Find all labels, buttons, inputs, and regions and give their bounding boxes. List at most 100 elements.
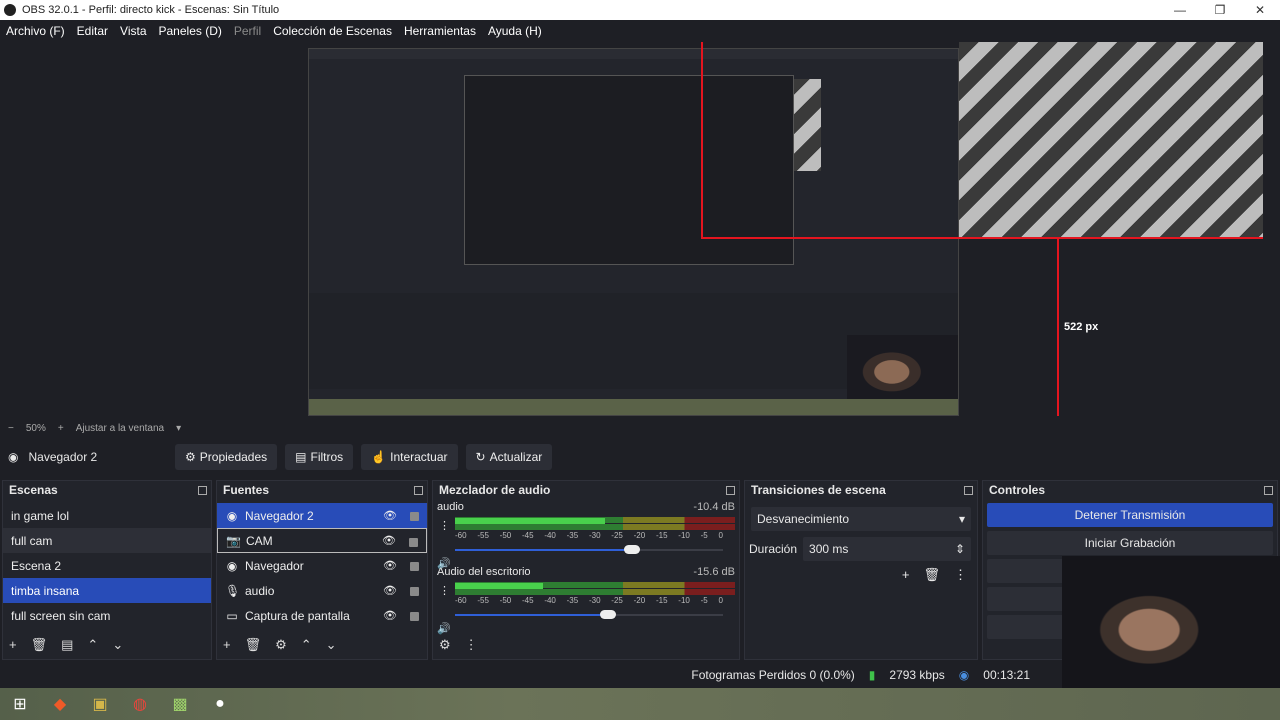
eye-icon[interactable]: 👁 xyxy=(382,534,396,547)
move-up-icon[interactable]: ⌃ xyxy=(301,637,312,653)
source-item[interactable]: 📷 CAM 👁 xyxy=(217,528,427,553)
nested-taskbar xyxy=(309,399,958,415)
menu-perfil[interactable]: Perfil xyxy=(234,24,261,38)
source-item[interactable]: ▭ Captura de pantalla 👁 xyxy=(217,603,427,628)
transition-select[interactable]: Desvanecimiento ▾ xyxy=(751,507,971,531)
float-icon[interactable] xyxy=(198,485,207,495)
filter-icon[interactable]: ▤ xyxy=(61,637,73,653)
menu-paneles[interactable]: Paneles (D) xyxy=(159,24,222,38)
obs-logo-icon xyxy=(4,4,16,16)
channel-name: audio xyxy=(437,501,464,513)
refresh-icon: ↻ xyxy=(475,450,486,464)
move-up-icon[interactable]: ⌃ xyxy=(87,637,98,653)
speaker-icon[interactable]: 🔊 xyxy=(437,622,451,635)
maximize-button[interactable]: ❐ xyxy=(1200,0,1240,20)
float-icon[interactable] xyxy=(726,485,735,495)
lock-icon[interactable] xyxy=(410,512,419,521)
app-icon[interactable]: ▣ xyxy=(80,688,120,720)
menu-editar[interactable]: Editar xyxy=(77,24,108,38)
eye-icon[interactable]: 👁 xyxy=(383,584,397,597)
move-down-icon[interactable]: ⌄ xyxy=(326,637,337,653)
more-vertical-icon[interactable]: ⋮ xyxy=(439,519,450,532)
scale-tick: -25 xyxy=(611,531,623,540)
menu-vista[interactable]: Vista xyxy=(120,24,146,38)
controls-title: Controles xyxy=(989,483,1046,497)
chrome-icon[interactable]: ◍ xyxy=(120,688,160,720)
menu-herramientas[interactable]: Herramientas xyxy=(404,24,476,38)
move-down-icon[interactable]: ⌄ xyxy=(112,637,123,653)
float-icon[interactable] xyxy=(414,485,423,495)
eye-icon[interactable]: 👁 xyxy=(383,559,397,572)
menu-coleccion[interactable]: Colección de Escenas xyxy=(273,24,392,38)
scale-tick: -35 xyxy=(566,596,579,605)
add-icon[interactable]: + xyxy=(902,567,910,583)
menu-ayuda[interactable]: Ayuda (H) xyxy=(488,24,542,38)
float-icon[interactable] xyxy=(1264,485,1273,495)
scale-tick: -60 xyxy=(455,596,467,605)
transitions-dock: Transiciones de escena Desvanecimiento ▾ … xyxy=(744,480,978,660)
lock-icon[interactable] xyxy=(410,587,419,596)
scale-tick: -10 xyxy=(678,531,690,540)
minimize-button[interactable]: — xyxy=(1160,0,1200,20)
source-item[interactable]: ◉ Navegador 2 👁 xyxy=(217,503,427,528)
stop-stream-button[interactable]: Detener Transmisión xyxy=(987,503,1273,527)
brave-icon[interactable]: ◆ xyxy=(40,688,80,720)
eye-icon[interactable]: 👁 xyxy=(383,509,397,522)
scale-tick: -45 xyxy=(521,531,534,540)
more-vertical-icon[interactable]: ⋮ xyxy=(439,584,450,597)
float-icon[interactable] xyxy=(964,485,973,495)
chevron-down-icon[interactable]: ▾ xyxy=(176,423,181,434)
menu-archivo[interactable]: Archivo (F) xyxy=(6,24,65,38)
level-meter xyxy=(455,517,735,531)
scene-item[interactable]: full cam xyxy=(3,528,211,553)
android-icon[interactable]: ▩ xyxy=(160,688,200,720)
lock-icon[interactable] xyxy=(410,562,419,571)
preview-canvas[interactable]: 522 px xyxy=(0,42,1280,418)
start-recording-button[interactable]: Iniciar Grabación xyxy=(987,531,1273,555)
scene-item[interactable]: in game lol xyxy=(3,503,211,528)
scale-tick: -15 xyxy=(655,596,668,605)
distance-label: 522 px xyxy=(1064,321,1099,333)
scale-tick: -40 xyxy=(544,596,556,605)
slider-knob[interactable] xyxy=(599,610,616,619)
trash-icon[interactable]: 🗑 xyxy=(923,567,940,583)
scale-tick: -30 xyxy=(588,596,601,605)
scene-item[interactable]: Escena 2 xyxy=(3,553,211,578)
monitor-icon: ▭ xyxy=(226,608,238,623)
spin-icon[interactable]: ⇕ xyxy=(955,542,965,556)
slider-knob[interactable] xyxy=(623,545,640,554)
scene-item[interactable]: full screen sin cam xyxy=(3,603,211,628)
mixer-channel: Audio del escritorio -15.6 dB ⋮ -60 -55 -50… xyxy=(433,564,739,635)
volume-slider[interactable] xyxy=(455,544,735,556)
browser-icon: ◉ xyxy=(226,558,238,573)
more-vertical-icon[interactable]: ⋮ xyxy=(465,637,478,653)
more-vertical-icon[interactable]: ⋮ xyxy=(954,567,967,583)
duration-spinbox[interactable]: 300 ms ⇕ xyxy=(803,537,971,561)
interact-button[interactable]: ☝ Interactuar xyxy=(361,444,458,470)
lock-icon[interactable] xyxy=(409,538,418,547)
add-icon[interactable]: + xyxy=(9,637,17,653)
properties-button[interactable]: ⚙ Propiedades xyxy=(175,444,278,470)
fit-window-select[interactable]: Ajustar a la ventana xyxy=(76,423,164,434)
windows-start-icon[interactable]: ⊞ xyxy=(0,688,40,720)
scale-tick: 0 xyxy=(718,596,723,605)
source-item[interactable]: 🎙 audio 👁 xyxy=(217,578,427,603)
trash-icon[interactable]: 🗑 xyxy=(31,637,48,653)
lock-icon[interactable] xyxy=(410,612,419,621)
obs-icon[interactable]: ● xyxy=(200,688,240,720)
guide-line xyxy=(701,42,703,238)
refresh-button[interactable]: ↻ Actualizar xyxy=(465,444,553,470)
gear-icon[interactable]: ⚙ xyxy=(439,637,451,653)
gear-icon[interactable]: ⚙ xyxy=(275,637,287,653)
add-icon[interactable]: + xyxy=(223,637,231,653)
trash-icon[interactable]: 🗑 xyxy=(245,637,262,653)
source-label: audio xyxy=(245,583,275,598)
filters-button[interactable]: ▤ Filtros xyxy=(285,444,354,470)
source-item[interactable]: ◉ Navegador 👁 xyxy=(217,553,427,578)
zoom-out-button[interactable]: − xyxy=(8,423,14,434)
close-button[interactable]: ✕ xyxy=(1240,0,1280,20)
volume-slider[interactable] xyxy=(455,609,735,621)
zoom-in-button[interactable]: + xyxy=(58,423,64,434)
eye-icon[interactable]: 👁 xyxy=(383,609,397,622)
scene-item-selected[interactable]: timba insana xyxy=(3,578,211,603)
